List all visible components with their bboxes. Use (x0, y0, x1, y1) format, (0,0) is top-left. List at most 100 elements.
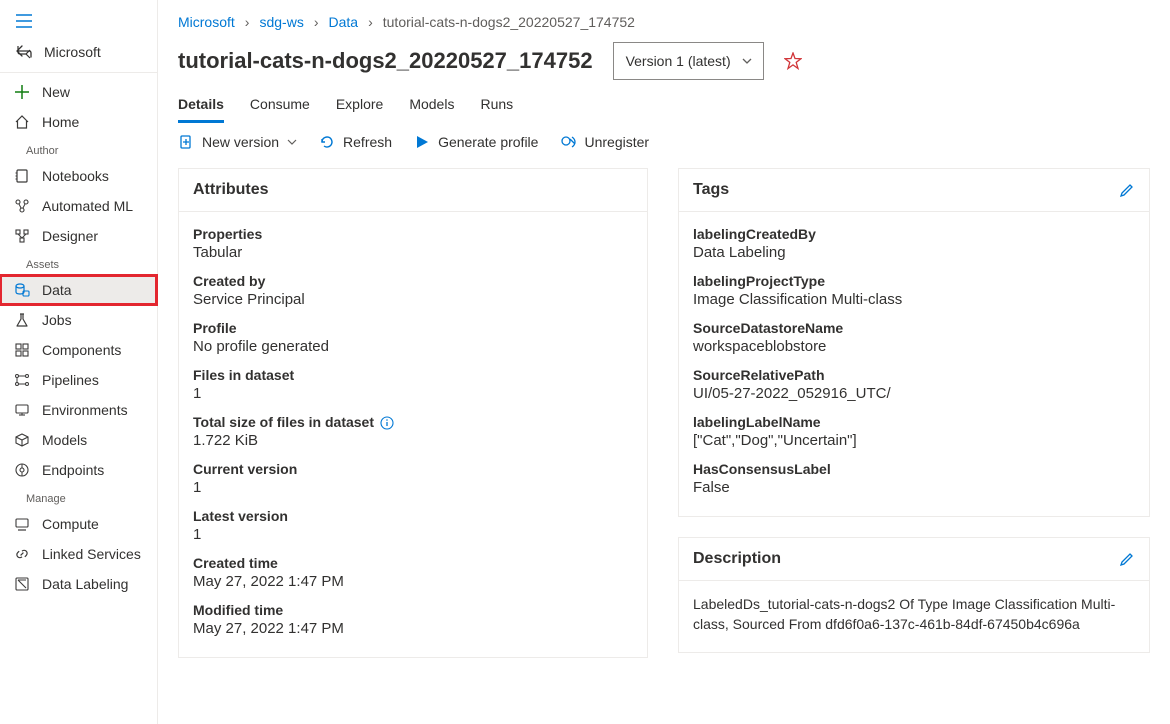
command-bar: New version Refresh Generate profile Unr… (178, 122, 1150, 168)
refresh-icon (319, 134, 335, 150)
sidebar-item-label: Models (42, 432, 87, 448)
sidebar-item-label: Components (42, 342, 121, 358)
sidebar-brand[interactable]: Microsoft (0, 38, 157, 70)
attr-key: Created time (193, 555, 633, 571)
breadcrumb-link[interactable]: Data (329, 14, 359, 30)
tag-value: False (693, 477, 1135, 496)
breadcrumb: Microsoft › sdg-ws › Data › tutorial-cat… (178, 0, 1150, 38)
sidebar-section-author: Author (0, 137, 157, 161)
tags-panel: Tags labelingCreatedByData Labeling labe… (678, 168, 1150, 517)
sidebar-item-compute[interactable]: Compute (0, 509, 157, 539)
sidebar-item-label: Linked Services (42, 546, 141, 562)
refresh-button[interactable]: Refresh (319, 134, 392, 150)
home-icon (14, 114, 30, 130)
tag-value: UI/05-27-2022_052916_UTC/ (693, 383, 1135, 402)
tab-explore[interactable]: Explore (336, 90, 383, 122)
attr-key: Properties (193, 226, 633, 242)
cube-icon (14, 432, 30, 448)
attr-key: Files in dataset (193, 367, 633, 383)
unregister-button[interactable]: Unregister (560, 134, 649, 150)
tag-value: Image Classification Multi-class (693, 289, 1135, 308)
breadcrumb-link[interactable]: Microsoft (178, 14, 235, 30)
version-label: Version 1 (latest) (626, 53, 731, 69)
pipelines-icon (14, 372, 30, 388)
sidebar-item-models[interactable]: Models (0, 425, 157, 455)
tag-key: SourceRelativePath (693, 367, 1135, 383)
tab-details[interactable]: Details (178, 90, 224, 122)
new-version-icon (178, 134, 194, 150)
sidebar-item-endpoints[interactable]: Endpoints (0, 455, 157, 485)
sidebar-item-label: Data Labeling (42, 576, 128, 592)
description-panel: Description LabeledDs_tutorial-cats-n-do… (678, 537, 1150, 653)
tab-models[interactable]: Models (409, 90, 454, 122)
panel-title: Attributes (193, 181, 269, 199)
notebook-icon (14, 168, 30, 184)
chevron-right-icon: › (245, 14, 250, 30)
tag-value: ["Cat","Dog","Uncertain"] (693, 430, 1135, 449)
sidebar-item-linked-services[interactable]: Linked Services (0, 539, 157, 569)
back-arrow-icon (16, 44, 32, 60)
chevron-down-icon (741, 55, 753, 67)
info-icon[interactable] (380, 416, 394, 430)
attr-value: 1 (193, 477, 633, 496)
tag-key: labelingProjectType (693, 273, 1135, 289)
panel-title: Tags (693, 181, 729, 199)
sidebar-item-environments[interactable]: Environments (0, 395, 157, 425)
new-version-button[interactable]: New version (178, 134, 297, 150)
components-icon (14, 342, 30, 358)
tag-value: workspaceblobstore (693, 336, 1135, 355)
attr-value: Tabular (193, 242, 633, 261)
hamburger-icon[interactable] (0, 4, 157, 38)
attr-key: Profile (193, 320, 633, 336)
data-icon (14, 282, 30, 298)
attr-value: May 27, 2022 1:47 PM (193, 618, 633, 637)
sidebar-item-label: Environments (42, 402, 128, 418)
sidebar-section-manage: Manage (0, 485, 157, 509)
sidebar-item-data-labeling[interactable]: Data Labeling (0, 569, 157, 599)
tab-consume[interactable]: Consume (250, 90, 310, 122)
sidebar-item-label: Notebooks (42, 168, 109, 184)
unregister-icon (560, 134, 576, 150)
description-text: LabeledDs_tutorial-cats-n-dogs2 Of Type … (679, 580, 1149, 652)
edit-description-button[interactable] (1119, 551, 1135, 567)
sidebar-item-new[interactable]: New (0, 77, 157, 107)
tag-key: labelingCreatedBy (693, 226, 1135, 242)
favorite-button[interactable] (784, 52, 802, 70)
breadcrumb-current: tutorial-cats-n-dogs2_20220527_174752 (383, 14, 635, 30)
attr-value: 1.722 KiB (193, 430, 633, 449)
sidebar-item-label: Designer (42, 228, 98, 244)
breadcrumb-link[interactable]: sdg-ws (259, 14, 303, 30)
tab-runs[interactable]: Runs (480, 90, 513, 122)
link-icon (14, 546, 30, 562)
sidebar-item-notebooks[interactable]: Notebooks (0, 161, 157, 191)
cmd-label: Refresh (343, 134, 392, 150)
pencil-icon (1119, 182, 1135, 198)
sidebar: Microsoft New Home Author Notebooks Auto… (0, 0, 158, 724)
attributes-panel: Attributes PropertiesTabular Created byS… (178, 168, 648, 658)
star-icon (784, 52, 802, 70)
attr-key: Total size of files in dataset (193, 414, 633, 430)
label-icon (14, 576, 30, 592)
main-content: Microsoft › sdg-ws › Data › tutorial-cat… (158, 0, 1170, 724)
sidebar-item-designer[interactable]: Designer (0, 221, 157, 251)
sidebar-item-jobs[interactable]: Jobs (0, 305, 157, 335)
attr-value: 1 (193, 524, 633, 543)
sidebar-item-data[interactable]: Data (0, 275, 157, 305)
attr-key: Modified time (193, 602, 633, 618)
panel-title: Description (693, 550, 781, 568)
sidebar-item-home[interactable]: Home (0, 107, 157, 137)
edit-tags-button[interactable] (1119, 182, 1135, 198)
version-select[interactable]: Version 1 (latest) (613, 42, 764, 80)
sidebar-item-components[interactable]: Components (0, 335, 157, 365)
generate-profile-button[interactable]: Generate profile (414, 134, 538, 150)
attr-value: 1 (193, 383, 633, 402)
attr-value: No profile generated (193, 336, 633, 355)
sidebar-item-label: Jobs (42, 312, 72, 328)
tag-key: SourceDatastoreName (693, 320, 1135, 336)
attr-key: Created by (193, 273, 633, 289)
sidebar-item-pipelines[interactable]: Pipelines (0, 365, 157, 395)
sidebar-item-automated-ml[interactable]: Automated ML (0, 191, 157, 221)
chevron-right-icon: › (368, 14, 373, 30)
plus-icon (14, 84, 30, 100)
attr-value: May 27, 2022 1:47 PM (193, 571, 633, 590)
